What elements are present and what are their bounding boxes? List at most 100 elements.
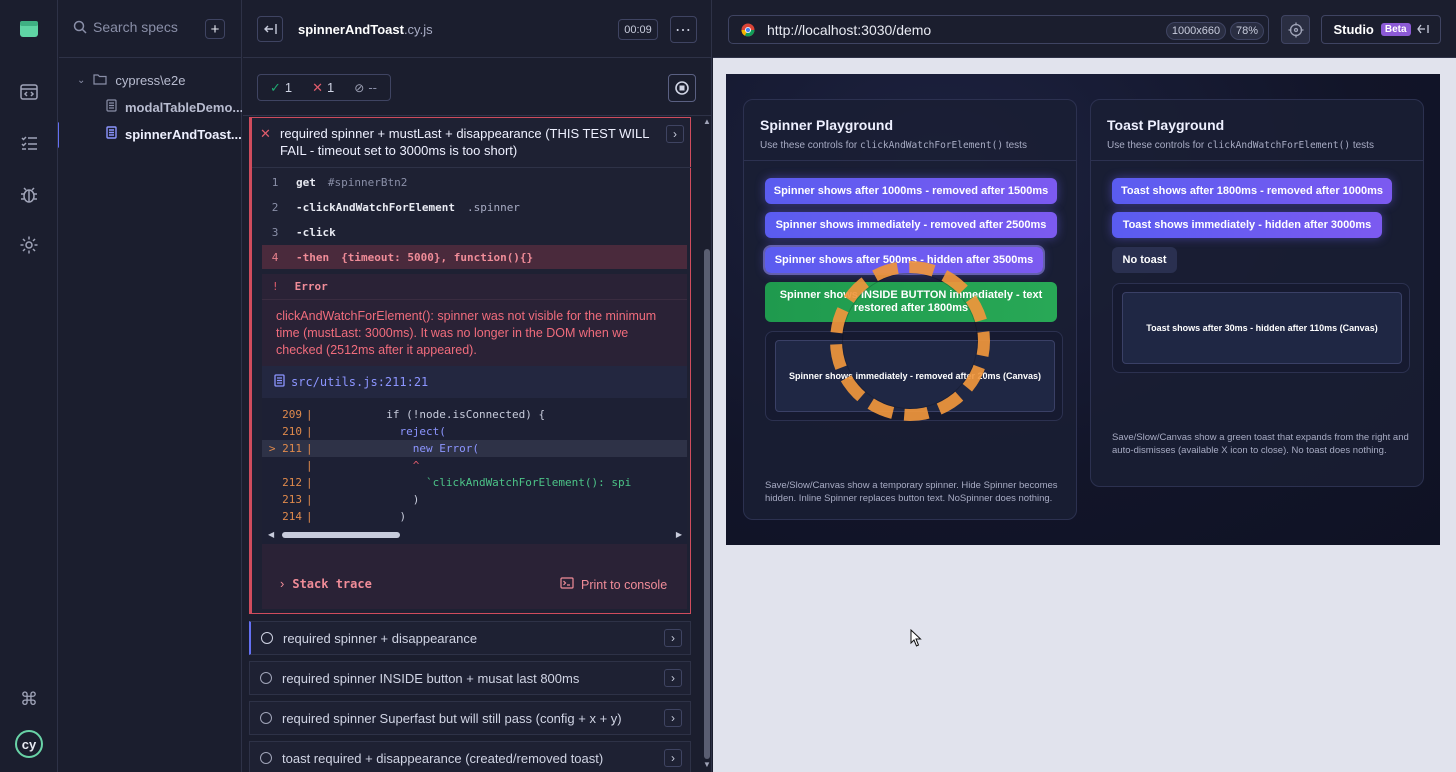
code-line: | ^ [306, 459, 420, 472]
folder-icon [93, 73, 107, 88]
pending-count: -- [368, 80, 378, 95]
more-options-button[interactable]: ⋯ [670, 16, 697, 43]
test-row[interactable]: required spinner Superfast but will stil… [249, 701, 691, 735]
cypress-logo-icon[interactable]: cy [14, 729, 44, 759]
command-row[interactable]: 1 get #spinnerBtn2 [262, 170, 687, 194]
command-number: 2 [271, 200, 279, 214]
spec-file-row[interactable]: modalTableDemo... [59, 96, 242, 118]
test-row[interactable]: required spinner INSIDE button + musat l… [249, 661, 691, 695]
loading-spinner [830, 261, 990, 421]
spinner-btn-1[interactable]: Spinner shows after 1000ms - removed aft… [765, 178, 1057, 204]
stack-trace-toggle[interactable]: › Stack trace [280, 576, 372, 591]
expand-chevron-button[interactable]: › [664, 629, 682, 647]
test-pending-icon [260, 752, 272, 764]
command-number: 3 [271, 225, 279, 239]
expand-chevron-button[interactable]: › [664, 709, 682, 727]
toast-footer-note: Save/Slow/Canvas show a green toast that… [1112, 432, 1409, 456]
reporter-scrollbar[interactable]: ▲ ▼ [702, 117, 711, 772]
failed-test: ✕ required spinner + mustLast + disappea… [249, 117, 691, 614]
test-pending-icon [261, 632, 273, 644]
toast-canvas-button[interactable]: Toast shows after 30ms - hidden after 11… [1122, 292, 1402, 364]
print-to-console-label: Print to console [581, 577, 668, 592]
studio-button[interactable]: Studio Beta [1321, 15, 1441, 44]
keyboard-shortcuts-icon[interactable]: ⌘ [17, 687, 41, 711]
specs-list-icon[interactable] [17, 80, 41, 104]
selector-playground-button[interactable] [1281, 15, 1310, 44]
chevron-down-icon: ⌄ [77, 74, 86, 86]
code-line-highlight: > 211 | new Error( [262, 440, 687, 457]
add-spec-button[interactable]: + [205, 19, 225, 39]
document-active-icon [106, 126, 117, 142]
toast-btn-1[interactable]: Toast shows after 1800ms - removed after… [1112, 178, 1392, 204]
failed-test-title: required spinner + mustLast + disappeara… [280, 126, 649, 158]
mouse-cursor-icon [910, 628, 922, 650]
svg-text:cy: cy [22, 737, 37, 752]
chevron-right-icon: › [280, 576, 285, 591]
studio-label: Studio [1333, 22, 1374, 37]
specs-panel: + ⌄ cypress\e2e modalTableDemo... spinne… [59, 0, 242, 772]
toast-canvas-box: Toast shows after 30ms - hidden after 11… [1112, 283, 1410, 373]
reporter-panel: spinnerAndToast.cy.js 00:09 ⋯ ✓ 1 ✕ 1 ⊘ … [243, 0, 712, 772]
no-toast-button[interactable]: No toast [1112, 247, 1177, 273]
test-row[interactable]: required spinner + disappearance › [249, 621, 691, 655]
toast-playground-subtitle: Use these controls for clickAndWatchForE… [1107, 140, 1374, 151]
command-name: -click [296, 225, 336, 239]
code-line: 210 | reject( [282, 425, 446, 438]
command-row[interactable]: 2 -clickAndWatchForElement .spinner [262, 195, 687, 219]
stack-trace-label: Stack trace [292, 576, 372, 591]
expand-chevron-button[interactable]: › [664, 749, 682, 767]
toast-playground-title: Toast Playground [1107, 117, 1225, 133]
spec-file-title: spinnerAndToast.cy.js [298, 22, 433, 37]
chrome-icon [741, 23, 755, 40]
spinner-btn-2[interactable]: Spinner shows immediately - removed afte… [765, 212, 1057, 238]
command-arg: {timeout: 5000}, function(){} [341, 250, 534, 264]
spinner-footer-note: Save/Slow/Canvas show a temporary spinne… [765, 480, 1058, 504]
toast-btn-2[interactable]: Toast shows immediately - hidden after 3… [1112, 212, 1382, 238]
toast-playground-card: Toast Playground Use these controls for … [1090, 99, 1424, 487]
test-pending-icon [260, 672, 272, 684]
browser-preview: http://localhost:3030/demo 1000x660 78% … [713, 0, 1456, 772]
failed-x-icon: ✕ [312, 79, 324, 95]
url-bar-row: http://localhost:3030/demo 1000x660 78% … [713, 0, 1456, 58]
expand-chevron-button[interactable]: › [666, 125, 684, 143]
passed-count: 1 [284, 80, 293, 95]
test-title: toast required + disappearance (created/… [282, 750, 604, 766]
error-label: Error [294, 280, 328, 293]
settings-gear-icon[interactable] [17, 233, 41, 257]
file-link[interactable]: src/utils.js:211:21 [291, 375, 428, 389]
spec-file-label: modalTableDemo... [125, 99, 242, 115]
spec-file-row-active[interactable]: spinnerAndToast... [59, 123, 242, 145]
error-marker-icon: ! [272, 280, 279, 293]
app-logo-icon[interactable] [17, 17, 41, 41]
command-name: -then [296, 250, 330, 264]
specs-search-row: + [59, 0, 242, 58]
error-panel: ! Error clickAndWatchForElement(): spinn… [262, 274, 687, 609]
stop-button[interactable] [668, 74, 696, 102]
command-row[interactable]: 3 -click [262, 220, 687, 244]
card-divider [1091, 160, 1423, 161]
expand-chevron-button[interactable]: › [664, 669, 682, 687]
url-bar[interactable]: http://localhost:3030/demo 1000x660 78% [728, 15, 1269, 44]
folder-label: cypress\e2e [115, 72, 186, 88]
viewport-size-badge: 1000x660 [1166, 22, 1226, 40]
failed-count: 1 [327, 80, 335, 95]
search-specs-input[interactable] [93, 17, 213, 37]
failed-test-header[interactable]: ✕ required spinner + mustLast + disappea… [252, 118, 691, 168]
test-title: required spinner INSIDE button + musat l… [282, 670, 580, 686]
file-link-row[interactable]: src/utils.js:211:21 [262, 366, 687, 398]
spinner-playground-subtitle: Use these controls for clickAndWatchForE… [760, 140, 1027, 151]
command-row-failed[interactable]: 4 -then {timeout: 5000}, function(){} [262, 245, 687, 269]
command-name: -clickAndWatchForElement [296, 200, 455, 214]
code-horizontal-scrollbar[interactable]: ◀ ▶ [268, 530, 682, 540]
test-row[interactable]: toast required + disappearance (created/… [249, 741, 691, 772]
collapse-sidebar-button[interactable] [257, 16, 283, 42]
print-to-console-button[interactable]: Print to console [560, 577, 667, 592]
spec-file-label: spinnerAndToast... [125, 126, 242, 142]
debug-bug-icon[interactable] [17, 183, 41, 207]
folder-row[interactable]: ⌄ cypress\e2e [59, 69, 242, 91]
fail-x-icon: ✕ [260, 126, 271, 141]
spec-file-name: spinnerAndToast [298, 22, 404, 37]
command-number: 4 [271, 250, 279, 264]
zoom-badge: 78% [1230, 22, 1264, 40]
runs-icon[interactable] [17, 131, 41, 155]
